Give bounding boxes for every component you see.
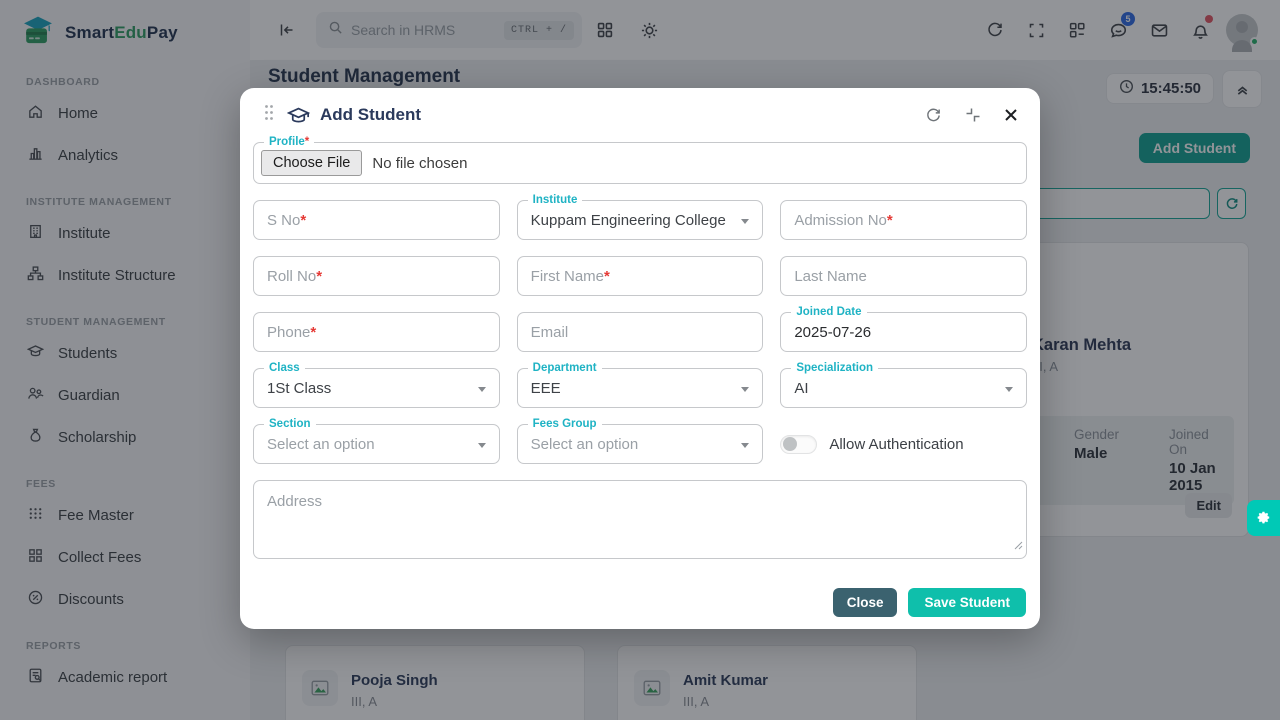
close-button[interactable]: Close	[833, 588, 898, 617]
department-select[interactable]: Department EEE	[517, 368, 764, 408]
allow-auth-label: Allow Authentication	[829, 436, 963, 453]
choose-file-button[interactable]: Choose File	[261, 150, 362, 176]
modal-title: Add Student	[320, 105, 421, 125]
file-status-text: No file chosen	[372, 155, 467, 172]
chevron-down-icon	[1005, 387, 1013, 392]
address-textarea[interactable]	[253, 480, 1027, 559]
fees-group-select[interactable]: Fees Group Select an option	[517, 424, 764, 464]
modal-header: Add Student	[240, 88, 1040, 142]
profile-file-field: Profile* Choose File No file chosen	[253, 142, 1027, 184]
drag-handle-icon[interactable]	[264, 104, 274, 126]
sno-input[interactable]: S No*	[253, 200, 500, 240]
chevron-down-icon	[741, 443, 749, 448]
add-student-modal: Add Student Profile* Choose File No file…	[240, 88, 1040, 629]
app-root: SmartEduPay DASHBOARD Home Analytics INS…	[0, 0, 1280, 720]
roll-no-input[interactable]: Roll No*	[253, 256, 500, 296]
fees-group-label: Fees Group	[528, 417, 602, 431]
address-field	[253, 480, 1027, 559]
modal-refresh-icon[interactable]	[925, 107, 942, 124]
department-label: Department	[528, 361, 602, 375]
resize-grip[interactable]	[1014, 537, 1023, 555]
chevron-down-icon	[741, 219, 749, 224]
allow-auth-field: Allow Authentication	[780, 424, 1027, 464]
theme-settings-gear-button[interactable]	[1247, 500, 1280, 536]
specialization-select[interactable]: Specialization AI	[780, 368, 1027, 408]
modal-footer: Close Save Student	[833, 588, 1026, 617]
institute-label: Institute	[528, 193, 583, 207]
graduation-cap-icon	[287, 105, 310, 126]
institute-select[interactable]: Institute Kuppam Engineering College	[517, 200, 764, 240]
toggle-knob	[783, 437, 797, 451]
first-name-input[interactable]: First Name*	[517, 256, 764, 296]
email-input[interactable]: Email	[517, 312, 764, 352]
class-select[interactable]: Class 1St Class	[253, 368, 500, 408]
student-form-grid: S No* Institute Kuppam Engineering Colle…	[253, 200, 1027, 464]
chevron-down-icon	[478, 443, 486, 448]
modal-close-icon[interactable]	[1004, 108, 1018, 122]
section-label: Section	[264, 417, 316, 431]
specialization-label: Specialization	[791, 361, 878, 375]
chevron-down-icon	[478, 387, 486, 392]
joined-date-label: Joined Date	[791, 305, 866, 319]
modal-minimize-icon[interactable]	[965, 107, 981, 123]
phone-input[interactable]: Phone*	[253, 312, 500, 352]
joined-date-input[interactable]: Joined Date 2025-07-26	[780, 312, 1027, 352]
chevron-down-icon	[741, 387, 749, 392]
save-student-button[interactable]: Save Student	[908, 588, 1026, 617]
profile-label: Profile*	[264, 135, 314, 149]
allow-auth-toggle[interactable]	[780, 435, 817, 454]
section-select[interactable]: Section Select an option	[253, 424, 500, 464]
admission-no-input[interactable]: Admission No*	[780, 200, 1027, 240]
class-label: Class	[264, 361, 305, 375]
last-name-input[interactable]: Last Name	[780, 256, 1027, 296]
